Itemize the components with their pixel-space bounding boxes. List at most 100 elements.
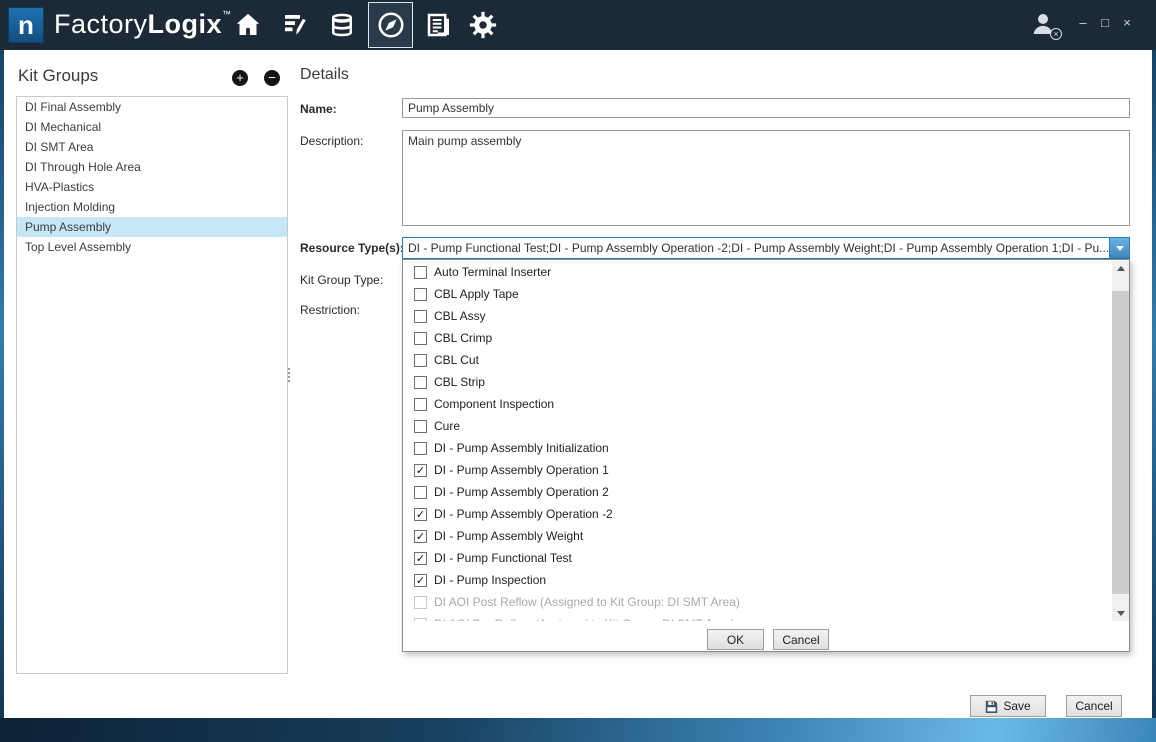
- checkbox-icon[interactable]: [414, 398, 427, 411]
- dropdown-ok-button[interactable]: OK: [707, 629, 764, 650]
- trademark: ™: [222, 9, 232, 19]
- resource-type-option[interactable]: CBL Assy: [404, 305, 1111, 327]
- checkbox-icon[interactable]: [414, 288, 427, 301]
- option-label: DI - Pump Assembly Operation 2: [434, 485, 609, 499]
- checkbox-icon[interactable]: [414, 420, 427, 433]
- minimize-button[interactable]: –: [1074, 14, 1092, 32]
- home-icon[interactable]: [233, 10, 263, 40]
- resource-type-option[interactable]: Component Inspection: [404, 393, 1111, 415]
- app-title-part2: Logix: [148, 9, 223, 39]
- resource-type-option[interactable]: Auto Terminal Inserter: [404, 261, 1111, 283]
- app-title: FactoryLogix™: [54, 9, 232, 40]
- resource-type-option[interactable]: DI - Pump Assembly Initialization: [404, 437, 1111, 459]
- option-label: DI - Pump Inspection: [434, 573, 546, 587]
- app-logo: n: [8, 7, 44, 43]
- scroll-up-icon[interactable]: [1112, 261, 1129, 276]
- resource-type-option: DI AOI Pre Reflow (Assigned to Kit Group…: [404, 613, 1111, 621]
- option-label: DI - Pump Assembly Operation 1: [434, 463, 609, 477]
- titlebar: n FactoryLogix™: [0, 0, 1156, 50]
- kit-group-item[interactable]: DI SMT Area: [17, 137, 287, 157]
- checkbox-icon[interactable]: ✓: [414, 508, 427, 521]
- resource-type-option[interactable]: ✓ DI - Pump Functional Test: [404, 547, 1111, 569]
- option-label: DI AOI Post Reflow (Assigned to Kit Grou…: [434, 595, 740, 609]
- checkbox-icon[interactable]: ✓: [414, 574, 427, 587]
- logout-x-badge: ×: [1050, 28, 1062, 40]
- user-logout-icon[interactable]: ×: [1028, 9, 1060, 41]
- remove-kit-group-button[interactable]: −: [264, 70, 280, 86]
- kit-group-item[interactable]: DI Final Assembly: [17, 97, 287, 117]
- add-kit-group-button[interactable]: +: [232, 70, 248, 86]
- resource-type-options[interactable]: Auto Terminal Inserter CBL Apply Tape CBL …: [404, 261, 1111, 621]
- restriction-label: Restriction:: [300, 303, 360, 317]
- chevron-down-icon: [1116, 246, 1124, 251]
- kit-group-item[interactable]: Top Level Assembly: [17, 237, 287, 257]
- option-label: Cure: [434, 419, 460, 433]
- option-label: Component Inspection: [434, 397, 554, 411]
- description-textarea[interactable]: Main pump assembly: [402, 130, 1130, 226]
- resource-type-option[interactable]: CBL Crimp: [404, 327, 1111, 349]
- option-label: DI - Pump Assembly Weight: [434, 529, 583, 543]
- kit-group-type-label: Kit Group Type:: [300, 273, 383, 287]
- checkbox-icon[interactable]: [414, 354, 427, 367]
- scrollbar-thumb[interactable]: [1112, 291, 1129, 594]
- kit-group-item[interactable]: DI Through Hole Area: [17, 157, 287, 177]
- resource-type-option[interactable]: CBL Apply Tape: [404, 283, 1111, 305]
- option-label: DI - Pump Assembly Initialization: [434, 441, 609, 455]
- resource-type-option[interactable]: ✓ DI - Pump Inspection: [404, 569, 1111, 591]
- resource-type-option[interactable]: CBL Strip: [404, 371, 1111, 393]
- news-icon[interactable]: [424, 10, 454, 40]
- resource-type-option[interactable]: ✓ DI - Pump Assembly Operation 1: [404, 459, 1111, 481]
- resource-type-option[interactable]: ✓ DI - Pump Assembly Weight: [404, 525, 1111, 547]
- checkbox-icon: [414, 596, 427, 609]
- checkbox-icon[interactable]: [414, 332, 427, 345]
- description-label: Description:: [300, 134, 363, 148]
- resource-types-combobox[interactable]: DI - Pump Functional Test;DI - Pump Asse…: [402, 237, 1130, 259]
- active-tab-indicator: [368, 2, 413, 48]
- option-label: DI - Pump Functional Test: [434, 551, 572, 565]
- resource-type-option[interactable]: CBL Cut: [404, 349, 1111, 371]
- option-label: DI - Pump Assembly Operation -2: [434, 507, 613, 521]
- kit-group-item[interactable]: HVA-Plastics: [17, 177, 287, 197]
- resource-types-dropdown-panel: Auto Terminal Inserter CBL Apply Tape CBL …: [402, 259, 1130, 652]
- resource-type-option[interactable]: ✓ DI - Pump Assembly Operation -2: [404, 503, 1111, 525]
- close-button[interactable]: ×: [1118, 14, 1136, 32]
- kit-group-item[interactable]: Pump Assembly: [17, 217, 287, 237]
- option-label: CBL Crimp: [434, 331, 492, 345]
- dropdown-cancel-button[interactable]: Cancel: [773, 629, 829, 650]
- database-icon[interactable]: [327, 10, 357, 40]
- combo-dropdown-button[interactable]: [1109, 238, 1129, 258]
- resource-types-value: DI - Pump Functional Test;DI - Pump Asse…: [403, 238, 1108, 258]
- checkbox-icon[interactable]: [414, 486, 427, 499]
- name-input[interactable]: [402, 98, 1130, 118]
- operate-icon[interactable]: [376, 10, 406, 40]
- window-bottom-border: [0, 718, 1156, 742]
- checkbox-icon[interactable]: ✓: [414, 464, 427, 477]
- resource-types-label: Resource Type(s):: [300, 241, 404, 255]
- checkbox-icon[interactable]: [414, 310, 427, 323]
- scroll-down-icon[interactable]: [1112, 606, 1129, 621]
- checkbox-icon[interactable]: [414, 376, 427, 389]
- name-label: Name:: [300, 102, 337, 116]
- define-icon[interactable]: [280, 10, 310, 40]
- cancel-button[interactable]: Cancel: [1066, 695, 1122, 717]
- save-button[interactable]: Save: [970, 695, 1046, 717]
- option-label: CBL Apply Tape: [434, 287, 519, 301]
- resource-type-option[interactable]: Cure: [404, 415, 1111, 437]
- checkbox-icon[interactable]: [414, 266, 427, 279]
- checkbox-icon[interactable]: ✓: [414, 530, 427, 543]
- option-label: DI AOI Pre Reflow (Assigned to Kit Group…: [434, 617, 735, 621]
- maximize-button[interactable]: □: [1096, 14, 1114, 32]
- save-floppy-icon: [985, 700, 998, 713]
- app-title-part1: Factory: [54, 9, 148, 39]
- kit-group-item[interactable]: Injection Molding: [17, 197, 287, 217]
- dropdown-scrollbar[interactable]: [1112, 261, 1129, 621]
- panel-splitter-handle[interactable]: [288, 368, 290, 384]
- resource-type-option[interactable]: DI - Pump Assembly Operation 2: [404, 481, 1111, 503]
- app-window: n FactoryLogix™: [0, 0, 1156, 742]
- option-label: CBL Assy: [434, 309, 486, 323]
- checkbox-icon[interactable]: ✓: [414, 552, 427, 565]
- gear-icon[interactable]: [468, 10, 498, 40]
- kit-groups-list[interactable]: DI Final AssemblyDI MechanicalDI SMT Are…: [16, 96, 288, 674]
- checkbox-icon[interactable]: [414, 442, 427, 455]
- kit-group-item[interactable]: DI Mechanical: [17, 117, 287, 137]
